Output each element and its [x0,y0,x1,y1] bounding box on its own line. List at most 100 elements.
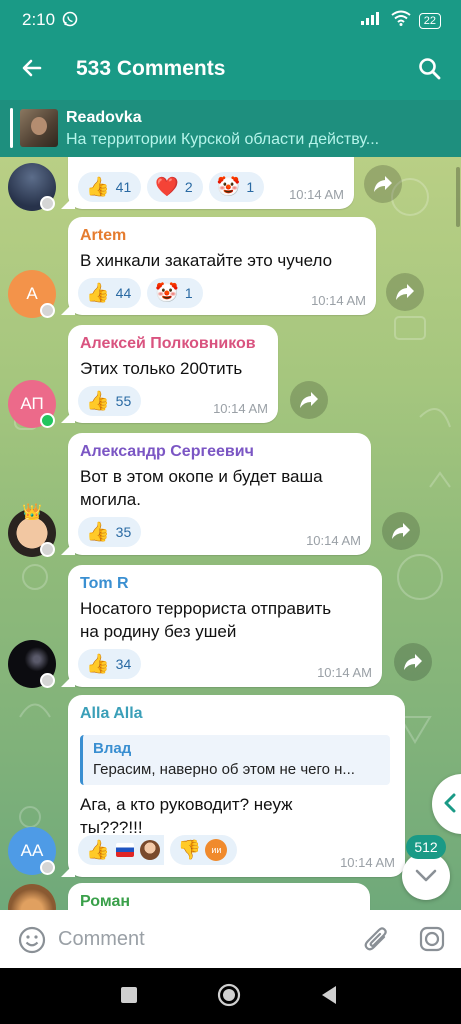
pinned-thumbnail [20,109,58,147]
reaction-count: 1 [184,285,193,301]
avatar-initials: A [26,284,38,303]
camera-icon[interactable] [419,926,445,957]
reaction-count: 1 [246,179,255,195]
share-button[interactable] [290,381,328,419]
message-bubble[interactable]: Александр Сергеевич Вот в этом окопе и б… [68,433,371,555]
reaction-clown[interactable]: 🤡 1 [147,278,203,308]
message-author: Artem [80,227,127,244]
app-bar: 533 Comments [0,40,461,100]
home-icon[interactable] [217,983,241,1012]
reaction-thumbs-up[interactable]: 👍 44 [78,278,142,308]
reaction-thumbs-up[interactable]: 👍 34 [78,649,142,679]
avatar-initials: АА [20,841,44,860]
back-nav-icon[interactable] [320,985,338,1010]
reaction-thumbs-up[interactable]: 👍 41 [78,172,142,202]
whatsapp-notification-icon [62,11,78,32]
message-author: Tom R [80,575,129,592]
chevron-down-icon [415,869,437,882]
reply-quote[interactable]: Влад Герасим, наверно об этом не чего н.… [80,735,390,785]
reaction-heart[interactable]: ❤️ 2 [147,172,203,202]
message-text: Носатого террориста отправить на родину … [80,597,331,643]
pinned-text: На территории Курской области действу... [66,131,380,148]
back-arrow-icon[interactable] [20,56,44,85]
message-bubble[interactable]: Artem В хинкали закатайте это чучело 👍 44… [68,217,376,315]
avatar-status-dot [40,673,55,688]
share-button[interactable] [394,643,432,681]
ii-badge: ии [205,839,228,861]
search-icon[interactable] [417,56,443,87]
message-text: В хинкали закатайте это чучело [80,251,333,270]
heart-icon: ❤️ [155,176,179,198]
avatar-status-dot [40,303,55,318]
avatar-status-dot [40,860,55,875]
thumbs-up-icon: 👍 [86,839,110,861]
reaction-thumbs-up[interactable]: 👍 35 [78,517,142,547]
chat-area[interactable]: 👍 41 ❤️ 2 🤡 1 10:14 AM A Artem В хинкали за… [0,157,461,910]
share-button[interactable] [382,512,420,550]
battery-indicator: 22 [418,12,441,29]
reaction-group[interactable]: 👎 ии [169,835,238,865]
user-photo-icon [139,840,160,860]
message-text-line: Носатого террориста отправить [80,599,332,618]
reaction-count: 35 [115,524,132,540]
avatar-status-dot [40,542,55,557]
system-nav-bar [0,968,461,1024]
reaction-count: 44 [115,285,132,301]
russia-flag-icon [115,843,134,857]
share-arrow-icon [396,284,414,300]
status-bar: 2:10 22 [0,0,461,40]
thumbs-up-icon: 👍 [86,390,110,412]
message-text: Вот в этом окопе и будет ваша могила. [80,465,323,511]
reaction-count: 2 [184,179,193,195]
reaction-clown[interactable]: 🤡 1 [208,172,265,202]
pinned-indicator-bar [10,108,13,148]
message-bubble[interactable]: Алексей Полковников Этих только 200тить … [68,325,278,423]
crown-icon: 👑 [22,504,42,521]
message-author: Alla Alla [80,705,143,722]
message-time: 10:14 AM [306,533,361,548]
status-time: 2:10 [22,10,56,29]
share-arrow-icon [404,654,422,670]
message-text-line: Вот в этом окопе и будет ваша [80,467,323,486]
scrollbar-thumb[interactable] [456,167,460,227]
reply-author: Влад [93,740,132,757]
message-text: Этих только 200тить [80,359,243,378]
message-bubble[interactable]: Alla Alla Влад Герасим, наверно об этом … [68,695,405,877]
recent-apps-icon[interactable] [120,986,138,1009]
scroll-down-button[interactable] [402,852,450,900]
message-time: 10:14 AM [289,187,344,202]
pinned-channel-name: Readovka [66,109,142,126]
pinned-message[interactable]: Readovka На территории Курской области д… [0,100,461,157]
message-time: 10:14 AM [311,293,366,308]
message-text-line: на родину без ушей [80,622,237,641]
avatar-online-dot [40,413,55,428]
message-text: Ага, а кто руководит? неуж ты???!!! [80,793,293,839]
thumbs-up-icon: 👍 [86,653,110,675]
attach-icon[interactable] [362,924,390,959]
share-button[interactable] [364,165,402,203]
reaction-count: 55 [115,393,132,409]
thumbs-up-icon: 👍 [86,521,110,543]
thumbs-up-icon: 👍 [86,282,110,304]
thumbs-down-icon: 👎 [177,839,202,861]
comment-input[interactable] [58,922,348,956]
wifi-icon [391,10,411,31]
share-button[interactable] [386,273,424,311]
reaction-thumbs-up[interactable]: 👍 55 [78,386,142,416]
message-bubble[interactable]: Tom R Носатого террориста отправить на р… [68,565,382,687]
message-author: Роман [80,893,131,910]
signal-icon [360,11,383,30]
reaction-count: 34 [115,656,132,672]
avatar-initials: АП [20,394,44,413]
reaction-group[interactable]: 👍 [78,835,164,865]
message-text-line: могила. [80,490,141,509]
clown-icon: 🤡 [216,176,241,198]
reply-text: Герасим, наверно об этом не чего н... [93,761,355,778]
share-arrow-icon [374,176,392,192]
message-bubble[interactable]: Роман [68,883,370,910]
share-arrow-icon [300,392,318,408]
message-bubble[interactable]: 👍 41 ❤️ 2 🤡 1 10:14 AM [68,157,354,209]
emoji-icon[interactable] [18,926,46,959]
reaction-count: 41 [115,179,132,195]
thumbs-up-icon: 👍 [86,176,110,198]
